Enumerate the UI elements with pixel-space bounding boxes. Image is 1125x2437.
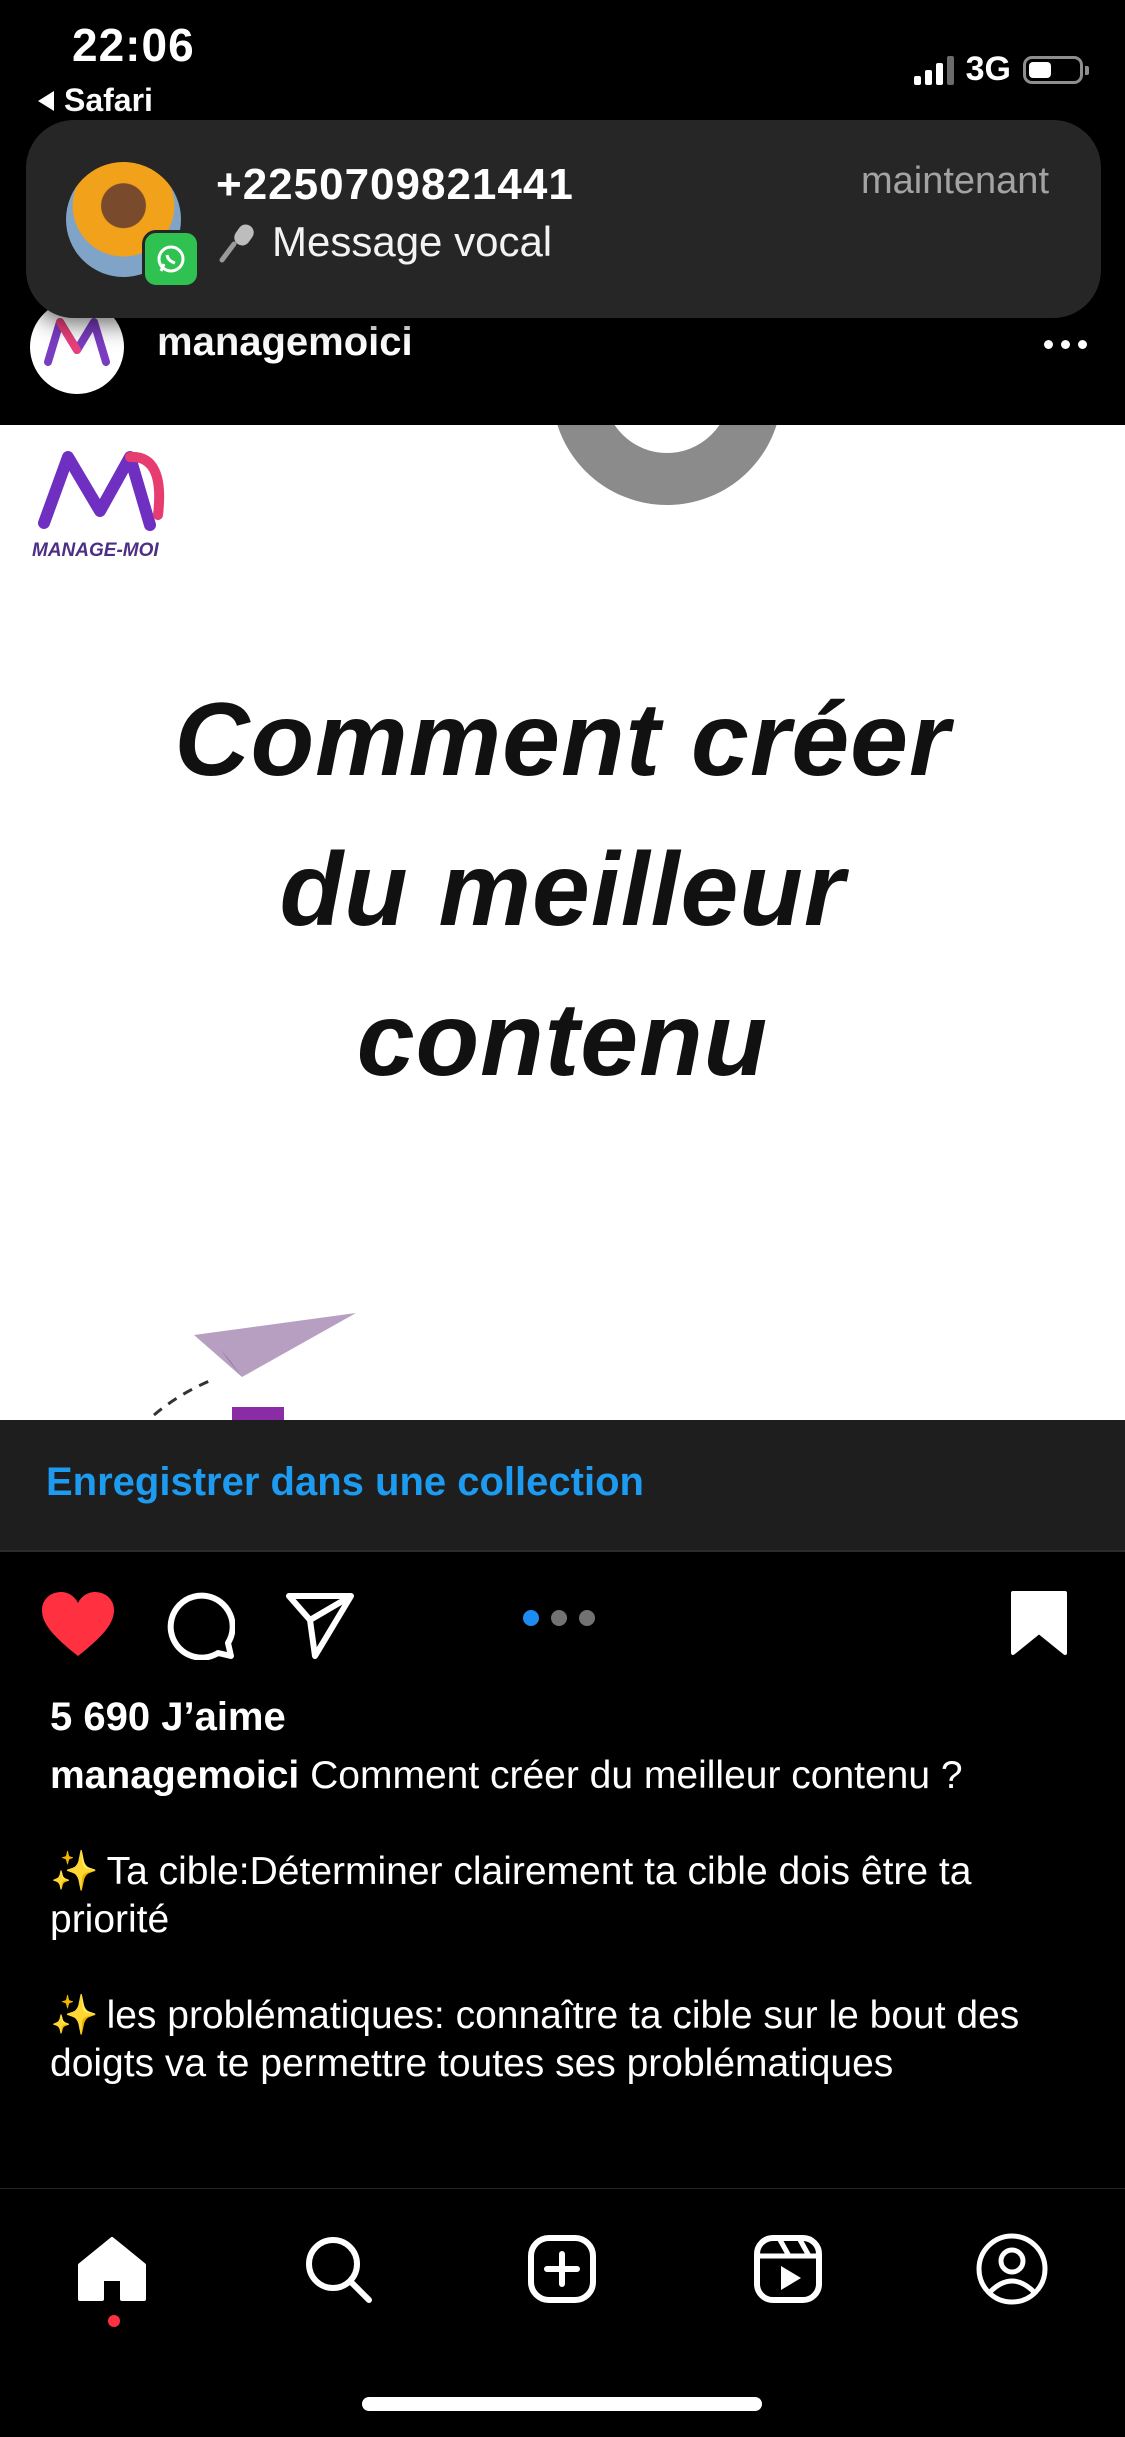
nav-profile[interactable] [972,2229,1052,2309]
more-options-icon[interactable] [1044,340,1087,349]
notification-banner[interactable]: +2250709821441 Message vocal maintenant [26,120,1101,318]
notification-message: Message vocal [272,218,553,265]
headline-line: contenu [356,982,769,1098]
carousel-dot [579,1610,595,1626]
bottom-navigation [0,2188,1125,2437]
microphone-icon [219,224,254,263]
signal-icon [913,55,954,85]
send-icon [286,1593,354,1659]
headline-line: du meilleur [279,832,846,948]
whatsapp-icon [142,230,200,288]
carousel-dot [523,1610,539,1626]
like-button[interactable] [40,1590,116,1665]
heart-icon [42,1592,114,1656]
reels-icon [754,2235,822,2303]
caption-username[interactable]: managemoici [50,1754,299,1797]
caption-point: Ta cible:Déterminer clairement ta cible … [50,1850,972,1941]
save-to-collection-banner[interactable]: Enregistrer dans une collection [0,1420,1125,1552]
caption-point: les problématiques: connaître ta cible s… [50,1994,1020,2085]
notification-time: maintenant [860,160,1049,202]
image-headline: Comment créer du meilleur contenu [0,665,1125,1115]
decorative-block [232,1407,284,1420]
brand-logo-text: MANAGE-MOI [32,540,159,561]
carousel-dot [551,1610,567,1626]
save-to-collection-link[interactable]: Enregistrer dans une collection [46,1460,644,1505]
back-to-safari[interactable]: Safari [36,82,153,119]
bookmark-icon [1011,1591,1067,1655]
back-label: Safari [64,82,153,118]
likes-count[interactable]: 5 690 J’aime [50,1695,286,1740]
create-icon [528,2235,596,2303]
comment-button[interactable] [165,1590,236,1665]
nav-create[interactable] [522,2229,602,2309]
paper-plane-icon [153,1313,356,1417]
nav-reels[interactable] [748,2229,828,2309]
post-image[interactable]: MANAGE-MOI Comment créer du meilleur con… [0,425,1125,1420]
comment-icon [167,1592,236,1661]
notification-message-row: Message vocal [216,218,552,266]
share-button[interactable] [285,1590,355,1665]
caption-text: Comment créer du meilleur contenu ? [310,1754,963,1797]
home-icon [78,2237,146,2301]
search-icon [306,2237,372,2303]
brand-logo-icon [38,451,165,531]
nav-search[interactable] [298,2229,378,2309]
network-label: 3G [965,50,1011,88]
home-indicator[interactable] [362,2397,762,2411]
notification-title: +2250709821441 [216,160,574,209]
sparkle-emoji: ✨ [50,1994,99,2037]
back-triangle-icon [38,90,54,111]
status-indicators: 3G [913,50,1089,89]
home-notification-dot [108,2315,120,2327]
sparkle-emoji: ✨ [50,1850,99,1893]
profile-icon [976,2233,1048,2305]
save-button[interactable] [1010,1590,1068,1661]
nav-home[interactable] [72,2229,152,2309]
battery-icon [1023,55,1089,84]
status-time: 22:06 [72,19,195,71]
post-username[interactable]: managemoici [157,320,413,365]
carousel-indicator [523,1610,595,1626]
headline-line: Comment créer [174,682,951,798]
decorative-ring [552,425,782,505]
post-caption: managemoici Comment créer du meilleur co… [50,1752,1080,2136]
